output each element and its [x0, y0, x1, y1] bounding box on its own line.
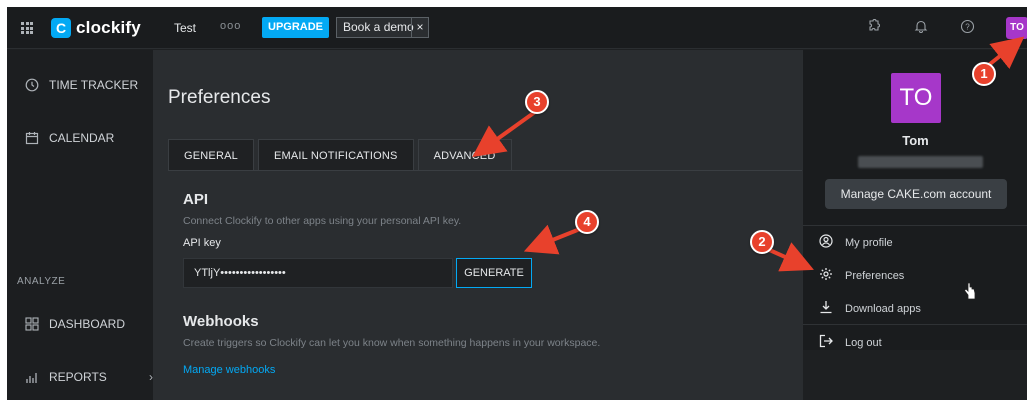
menu-item-label: Log out	[845, 336, 882, 349]
step-badge-1: 1	[972, 62, 996, 86]
user-avatar-button[interactable]: TO	[1006, 17, 1027, 39]
api-heading: API	[183, 191, 209, 208]
menu-item-preferences[interactable]: Preferences	[819, 267, 904, 284]
user-name: Tom	[902, 133, 929, 148]
brand-name: clockify	[76, 18, 141, 37]
sidebar-item-label: REPORTS	[49, 370, 107, 384]
help-icon[interactable]: ?	[958, 19, 976, 37]
webhooks-description: Create triggers so Clockify can let you …	[183, 337, 601, 349]
upgrade-button[interactable]: UPGRADE	[262, 17, 330, 38]
analyze-section-label: ANALYZE	[17, 276, 66, 287]
tab-advanced[interactable]: ADVANCED	[417, 139, 512, 171]
svg-text:?: ?	[965, 23, 970, 32]
calendar-icon	[25, 131, 39, 145]
step-badge-3: 3	[525, 90, 549, 114]
close-icon[interactable]: ×	[411, 18, 428, 37]
manage-webhooks-link[interactable]: Manage webhooks	[183, 364, 275, 376]
menu-item-my-profile[interactable]: My profile	[819, 234, 893, 251]
divider	[803, 324, 1027, 325]
step-badge-2: 2	[750, 230, 774, 254]
logout-icon	[819, 334, 833, 351]
step-badge-4: 4	[575, 210, 599, 234]
advanced-panel: API Connect Clockify to other apps using…	[168, 170, 803, 398]
sidebar: TIME TRACKER CALENDAR ANALYZE DASHBOARD …	[7, 50, 153, 400]
manage-account-button[interactable]: Manage CAKE.com account	[825, 179, 1007, 209]
book-demo-button[interactable]: Book a demo ×	[336, 17, 429, 38]
hand-cursor-icon	[963, 282, 977, 303]
webhooks-heading: Webhooks	[183, 313, 259, 330]
book-demo-label: Book a demo	[343, 20, 414, 34]
clock-icon	[25, 78, 39, 92]
top-bar: C clockify Test ooo UPGRADE Book a demo …	[7, 7, 1027, 49]
menu-item-label: My profile	[845, 236, 893, 249]
sidebar-item-dashboard[interactable]: DASHBOARD	[25, 317, 125, 331]
reports-icon	[25, 370, 39, 384]
avatar: TO	[891, 73, 941, 123]
clockify-logo-icon: C	[51, 18, 71, 38]
main-content: Preferences GENERAL EMAIL NOTIFICATIONS …	[153, 50, 803, 400]
tab-general[interactable]: GENERAL	[168, 139, 254, 171]
gear-icon	[819, 267, 833, 284]
dashboard-icon	[25, 317, 39, 331]
apps-grid-icon[interactable]	[21, 22, 33, 34]
blurred-email	[858, 156, 983, 168]
tab-email-notifications[interactable]: EMAIL NOTIFICATIONS	[257, 139, 414, 171]
menu-item-download-apps[interactable]: Download apps	[819, 300, 921, 317]
clockify-logo[interactable]: C clockify	[51, 17, 141, 39]
puzzle-icon[interactable]	[865, 19, 883, 37]
user-circle-icon	[819, 234, 833, 251]
generate-button[interactable]: GENERATE	[456, 258, 532, 288]
preferences-tabs: GENERAL EMAIL NOTIFICATIONS ADVANCED	[168, 139, 516, 171]
sidebar-item-time-tracker[interactable]: TIME TRACKER	[25, 78, 138, 92]
api-description: Connect Clockify to other apps using you…	[183, 215, 462, 227]
workspace-more-icon[interactable]: ooo	[220, 20, 241, 32]
menu-item-log-out[interactable]: Log out	[819, 334, 882, 351]
sidebar-item-label: CALENDAR	[49, 131, 115, 145]
menu-item-label: Preferences	[845, 269, 905, 282]
sidebar-item-label: TIME TRACKER	[49, 78, 139, 92]
page-title: Preferences	[168, 87, 271, 108]
app-window: C clockify Test ooo UPGRADE Book a demo …	[7, 7, 1027, 400]
sidebar-item-reports[interactable]: REPORTS ›	[25, 370, 153, 384]
sidebar-item-calendar[interactable]: CALENDAR	[25, 131, 114, 145]
api-key-field[interactable]: YTljY•••••••••••••••••	[183, 258, 453, 288]
download-icon	[819, 300, 833, 317]
workspace-name[interactable]: Test	[174, 21, 196, 35]
divider	[803, 225, 1027, 226]
sidebar-item-label: DASHBOARD	[49, 317, 126, 331]
bell-icon[interactable]	[912, 19, 930, 37]
menu-item-label: Download apps	[845, 302, 921, 315]
profile-dropdown: TO Tom Manage CAKE.com account My profil…	[802, 50, 1027, 350]
api-key-label: API key	[183, 237, 221, 249]
